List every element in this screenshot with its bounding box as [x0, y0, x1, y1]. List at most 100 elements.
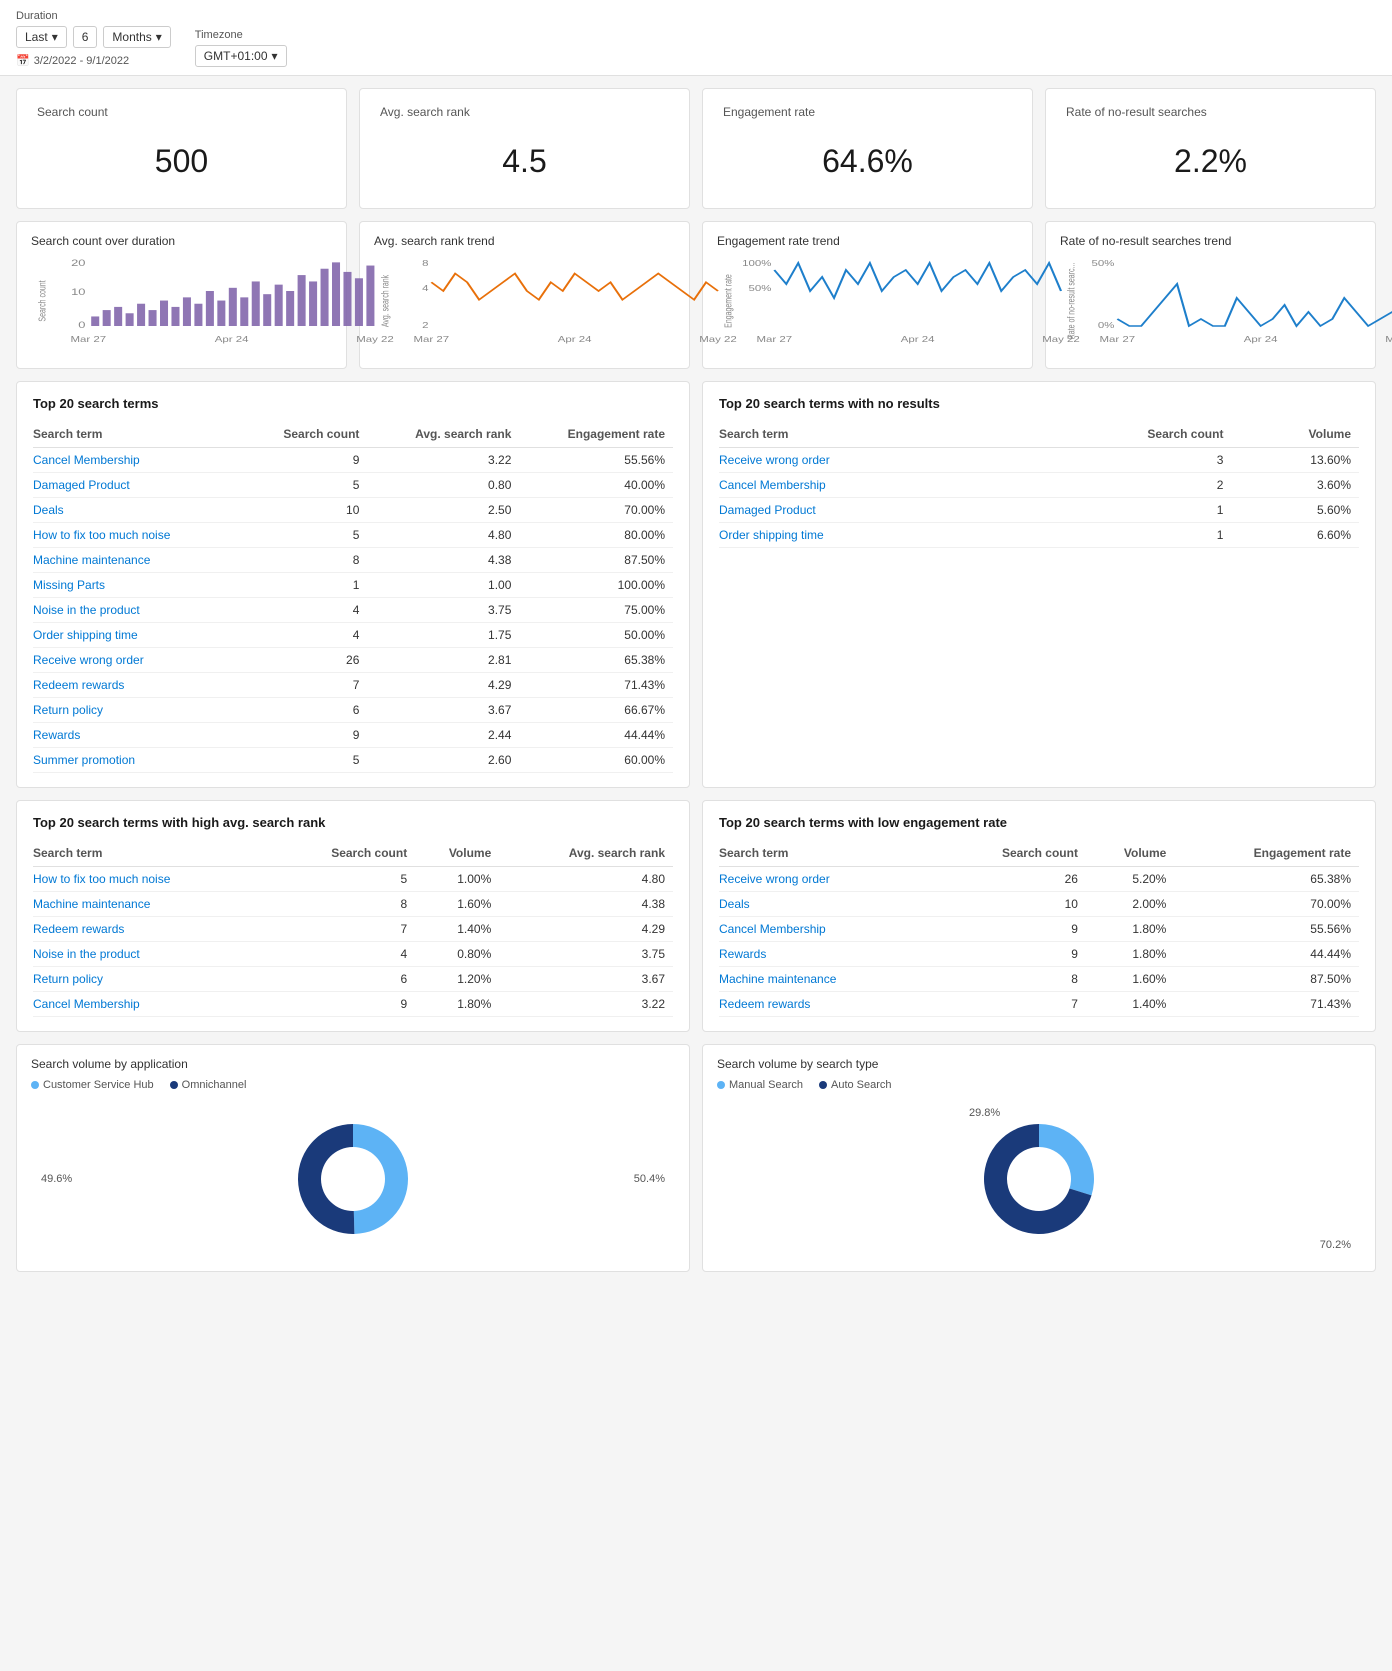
table-cell: Return policy [33, 698, 245, 723]
col-header-0[interactable]: Search term [33, 840, 275, 867]
donut-type-legend: Manual Search Auto Search [717, 1079, 1361, 1091]
col-header-1[interactable]: Search count [1019, 421, 1231, 448]
chart-area-0: 20100Mar 27Apr 24May 22Search count [31, 256, 332, 356]
table-cell: Noise in the product [33, 598, 245, 623]
col-header-3[interactable]: Engagement rate [519, 421, 673, 448]
svg-text:100%: 100% [742, 260, 772, 269]
table-cell: Damaged Product [719, 498, 1019, 523]
table-cell: 44.44% [519, 723, 673, 748]
table-row: Receive wrong order262.8165.38% [33, 648, 673, 673]
svg-text:0%: 0% [1098, 322, 1115, 331]
table-cell: Redeem rewards [719, 992, 939, 1017]
table-row: Rewards92.4444.44% [33, 723, 673, 748]
col-header-1[interactable]: Search count [275, 840, 415, 867]
table-cell: Machine maintenance [719, 967, 939, 992]
table-row: Noise in the product43.7575.00% [33, 598, 673, 623]
col-header-1[interactable]: Search count [245, 421, 367, 448]
timezone-select[interactable]: GMT+01:00 ▾ [195, 45, 287, 67]
table-cell: Order shipping time [33, 623, 245, 648]
table-cell: Cancel Membership [33, 992, 275, 1017]
table-cell: 100.00% [519, 573, 673, 598]
col-header-2[interactable]: Volume [415, 840, 499, 867]
table-cell: 6.60% [1231, 523, 1359, 548]
table-cell: Cancel Membership [719, 473, 1019, 498]
svg-text:Mar 27: Mar 27 [414, 336, 450, 345]
svg-text:2: 2 [422, 322, 428, 331]
legend-label: Auto Search [831, 1079, 892, 1091]
table-cell: 3.22 [499, 992, 673, 1017]
svg-text:Mar 27: Mar 27 [1100, 336, 1136, 345]
legend-dot [31, 1081, 39, 1089]
table-cell: 44.44% [1174, 942, 1359, 967]
table-cell: Deals [33, 498, 245, 523]
table-cell: Receive wrong order [719, 448, 1019, 473]
table-cell: 4.29 [367, 673, 519, 698]
col-header-1[interactable]: Search count [939, 840, 1086, 867]
table-cell: 55.56% [519, 448, 673, 473]
period-value-select[interactable]: 6 [73, 26, 98, 48]
table-cell: 9 [245, 448, 367, 473]
col-header-2[interactable]: Volume [1231, 421, 1359, 448]
svg-text:50%: 50% [1092, 260, 1115, 269]
period-unit-select[interactable]: Months ▾ [103, 26, 170, 48]
col-header-2[interactable]: Avg. search rank [367, 421, 519, 448]
table-cell: 2.44 [367, 723, 519, 748]
high-rank-table: Search termSearch countVolumeAvg. search… [33, 840, 673, 1017]
col-header-3[interactable]: Engagement rate [1174, 840, 1359, 867]
donut-app-container: 49.6% 50.4% [31, 1099, 675, 1259]
table-cell: Damaged Product [33, 473, 245, 498]
table-row: Cancel Membership91.80%55.56% [719, 917, 1359, 942]
table-cell: 1.80% [1086, 942, 1174, 967]
low-engagement-table: Search termSearch countVolumeEngagement … [719, 840, 1359, 1017]
table-cell: Rewards [33, 723, 245, 748]
table-cell: 70.00% [519, 498, 673, 523]
table-cell: 3.67 [499, 967, 673, 992]
table-cell: 26 [245, 648, 367, 673]
col-header-0[interactable]: Search term [719, 421, 1019, 448]
chart-area-3: 50%0%Mar 27Apr 24May 22Rate of no-result… [1060, 256, 1361, 356]
col-header-0[interactable]: Search term [33, 421, 245, 448]
table-cell: 8 [275, 892, 415, 917]
table-row: Rewards91.80%44.44% [719, 942, 1359, 967]
table-cell: 26 [939, 867, 1086, 892]
table-row: Receive wrong order265.20%65.38% [719, 867, 1359, 892]
donut-app-label-right: 50.4% [634, 1173, 665, 1185]
table-row: Deals102.5070.00% [33, 498, 673, 523]
legend-label: Customer Service Hub [43, 1079, 154, 1091]
donut-app-card: Search volume by application Customer Se… [16, 1044, 690, 1272]
metrics-row: Search count 500Avg. search rank 4.5Enga… [16, 88, 1376, 209]
table-row: Return policy63.6766.67% [33, 698, 673, 723]
donut-segment [353, 1124, 408, 1234]
table-cell: 1.00 [367, 573, 519, 598]
table-cell: 5.20% [1086, 867, 1174, 892]
period-option-select[interactable]: Last ▾ [16, 26, 67, 48]
top-bar: Duration Last ▾ 6 Months ▾ 📅 3/2/2022 - … [0, 0, 1392, 76]
col-header-2[interactable]: Volume [1086, 840, 1174, 867]
table-row: Order shipping time16.60% [719, 523, 1359, 548]
table-cell: 9 [275, 992, 415, 1017]
table-cell: 5 [245, 473, 367, 498]
metric-title-2: Engagement rate [723, 105, 1012, 119]
col-header-3[interactable]: Avg. search rank [499, 840, 673, 867]
table-cell: 2.00% [1086, 892, 1174, 917]
table-cell: 87.50% [519, 548, 673, 573]
donut-type-label-bottom: 70.2% [1320, 1239, 1351, 1251]
table-cell: 7 [275, 917, 415, 942]
table-cell: Redeem rewards [33, 673, 245, 698]
table-cell: 4 [245, 623, 367, 648]
table-cell: 65.38% [1174, 867, 1359, 892]
table-cell: 1.40% [415, 917, 499, 942]
table-row: How to fix too much noise54.8080.00% [33, 523, 673, 548]
legend-dot [170, 1081, 178, 1089]
legend-item: Customer Service Hub [31, 1079, 154, 1091]
table-cell: 9 [939, 942, 1086, 967]
table-row: Noise in the product40.80%3.75 [33, 942, 673, 967]
table-cell: 1.20% [415, 967, 499, 992]
duration-group: Duration Last ▾ 6 Months ▾ 📅 3/2/2022 - … [16, 10, 171, 67]
table-cell: 70.00% [1174, 892, 1359, 917]
svg-text:Apr 24: Apr 24 [901, 336, 935, 345]
date-range: 📅 3/2/2022 - 9/1/2022 [16, 54, 171, 67]
col-header-0[interactable]: Search term [719, 840, 939, 867]
table-cell: 2.81 [367, 648, 519, 673]
top20-table-title: Top 20 search terms [33, 396, 673, 411]
